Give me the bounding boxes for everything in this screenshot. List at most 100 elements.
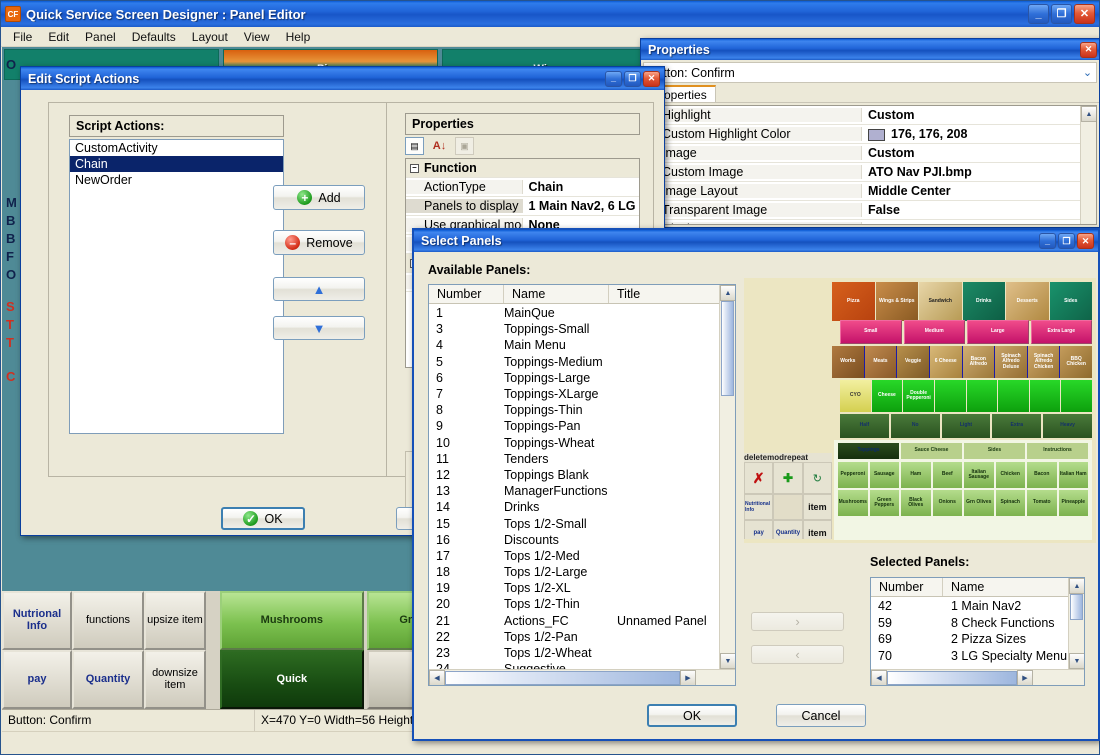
available-panels-hscrollbar[interactable]: ◀ ▶ xyxy=(429,669,735,685)
table-row[interactable]: 18Tops 1/2-Large xyxy=(429,564,719,580)
preview-button-spinach-alfredo-deluxe[interactable]: Spinach Alfredo Deluxe xyxy=(995,346,1027,378)
preview-button-cheese[interactable]: Cheese xyxy=(872,380,903,412)
table-row[interactable]: 16Discounts xyxy=(429,532,719,548)
property-row[interactable]: ActionType Chain xyxy=(406,178,639,197)
menu-item-panel[interactable]: Panel xyxy=(77,28,124,46)
scroll-down-icon[interactable]: ▼ xyxy=(720,653,736,669)
preview-button-sides[interactable]: Sides xyxy=(1050,282,1093,321)
available-panels-vscrollbar[interactable]: ▲ ▼ xyxy=(719,285,735,669)
overlay-mod-icon[interactable] xyxy=(773,494,802,520)
property-value[interactable]: 1 Main Nav2, 6 LG Top xyxy=(523,199,640,213)
property-value[interactable]: Custom xyxy=(862,146,1080,160)
property-value[interactable]: Middle Center xyxy=(862,184,1080,198)
property-value[interactable]: 176, 176, 208 xyxy=(862,127,1080,141)
overlay-nutritional-info[interactable]: Nutritional Info xyxy=(744,494,773,520)
preview-button-empty[interactable] xyxy=(1061,380,1092,412)
table-row[interactable]: 5Toppings-Medium xyxy=(429,354,719,370)
preview-tab-toppings[interactable]: Toppings xyxy=(838,443,899,459)
scroll-left-icon[interactable]: ◀ xyxy=(871,670,887,686)
preview-button-beef[interactable]: Beef xyxy=(933,462,963,488)
pos-button-mushrooms[interactable]: Mushrooms xyxy=(220,591,364,650)
minimize-icon[interactable]: _ xyxy=(1039,233,1056,249)
preview-button-chicken[interactable]: Chicken xyxy=(996,462,1026,488)
select-panels-cancel-button[interactable]: Cancel xyxy=(776,704,866,727)
property-row[interactable]: Transparent Image False xyxy=(644,201,1080,220)
preview-button-empty[interactable] xyxy=(998,380,1029,412)
add-panel-button[interactable]: › xyxy=(751,612,844,631)
pos-button-functions[interactable]: functions xyxy=(72,591,144,650)
table-row[interactable]: 1MainQue xyxy=(429,305,719,321)
alphabetical-sort-icon[interactable]: A↓ xyxy=(430,137,449,155)
preview-button-drinks[interactable]: Drinks xyxy=(963,282,1006,321)
table-row[interactable]: 692 Pizza Sizes xyxy=(871,631,1068,648)
table-row[interactable]: 3Toppings-Small xyxy=(429,321,719,337)
column-header-number[interactable]: Number xyxy=(429,285,504,303)
preview-button-sandwich[interactable]: Sandwich xyxy=(919,282,962,321)
selected-panels-hscrollbar[interactable]: ◀ ▶ xyxy=(871,669,1084,685)
table-row[interactable]: 14Drinks xyxy=(429,499,719,515)
pos-button-pay[interactable]: pay xyxy=(2,650,72,709)
remove-button[interactable]: – Remove xyxy=(273,230,365,255)
overlay-pay[interactable]: pay xyxy=(744,520,773,539)
preview-button-heavy[interactable]: Heavy xyxy=(1043,414,1092,438)
minimize-icon[interactable]: _ xyxy=(605,71,622,87)
preview-button-bacon-alfredo[interactable]: Bacon Alfredo xyxy=(963,346,995,378)
table-row[interactable]: 19Tops 1/2-XL xyxy=(429,580,719,596)
menu-item-defaults[interactable]: Defaults xyxy=(124,28,184,46)
preview-button-pepperoni[interactable]: Pepperoni xyxy=(838,462,868,488)
property-row[interactable]: Highlight Custom xyxy=(644,106,1080,125)
table-row[interactable]: 23Tops 1/2-Wheat xyxy=(429,645,719,661)
vscroll-thumb[interactable] xyxy=(721,301,734,396)
preview-button-extra[interactable]: Extra xyxy=(992,414,1041,438)
repeat-icon[interactable]: ↻ xyxy=(803,462,832,494)
property-category-function[interactable]: – Function xyxy=(406,159,639,178)
available-panels-listview[interactable]: Number Name Title 1MainQue 3Toppings-Sma… xyxy=(428,284,736,686)
table-row[interactable]: 421 Main Nav2 xyxy=(871,598,1068,615)
list-item[interactable]: NewOrder xyxy=(70,172,283,188)
preview-button-bbq-chicken[interactable]: BBQ Chicken xyxy=(1060,346,1092,378)
preview-button-small[interactable]: Small xyxy=(840,320,902,344)
list-item-selected[interactable]: Chain xyxy=(70,156,283,172)
scroll-left-icon[interactable]: ◀ xyxy=(429,670,445,686)
table-row[interactable]: 4Main Menu xyxy=(429,337,719,353)
property-row[interactable]: Image Custom xyxy=(644,144,1080,163)
remove-panel-button[interactable]: ‹ xyxy=(751,645,844,664)
property-row[interactable]: Display Text True xyxy=(644,220,1080,225)
scroll-right-icon[interactable]: ▶ xyxy=(680,670,696,686)
preview-button-grn-olives[interactable]: Grn Olives xyxy=(964,490,994,516)
menu-item-layout[interactable]: Layout xyxy=(184,28,236,46)
pos-button-quantity[interactable]: Quantity xyxy=(72,650,144,709)
column-header-number[interactable]: Number xyxy=(871,578,943,596)
table-row[interactable]: 598 Check Functions xyxy=(871,615,1068,632)
script-actions-listbox[interactable]: CustomActivity Chain NewOrder xyxy=(69,139,284,434)
ok-button[interactable]: ✓ OK xyxy=(221,507,305,530)
categorized-icon[interactable]: ▤ xyxy=(405,137,424,155)
plus-icon[interactable]: ✚ xyxy=(773,462,802,494)
preview-button-cyo[interactable]: CYO xyxy=(840,380,871,412)
property-value[interactable]: False xyxy=(862,203,1080,217)
add-button[interactable]: + Add xyxy=(273,185,365,210)
property-row[interactable]: Image Layout Middle Center xyxy=(644,182,1080,201)
table-row[interactable]: 703 LG Specialty Menu xyxy=(871,648,1068,665)
property-value[interactable]: True xyxy=(862,222,1080,225)
preview-button-light[interactable]: Light xyxy=(942,414,991,438)
scroll-down-icon[interactable]: ▼ xyxy=(1069,653,1085,669)
preview-button-italian-ham[interactable]: Italian Ham xyxy=(1059,462,1089,488)
menu-item-file[interactable]: File xyxy=(5,28,40,46)
overlay-quantity[interactable]: Quantity xyxy=(773,520,802,539)
menu-item-help[interactable]: Help xyxy=(278,28,319,46)
column-header-name[interactable]: Name xyxy=(943,578,1068,596)
properties-grid-scrollbar[interactable]: ▲ xyxy=(1080,106,1096,224)
scroll-up-icon[interactable]: ▲ xyxy=(720,285,736,301)
move-down-button[interactable]: ▼ xyxy=(273,316,365,340)
pos-button-quick[interactable]: Quick xyxy=(220,650,364,709)
table-row[interactable]: 13ManagerFunctions xyxy=(429,483,719,499)
preview-button-half[interactable]: Half xyxy=(840,414,889,438)
preview-button-works[interactable]: Works xyxy=(832,346,864,378)
preview-button-veggie[interactable]: Veggie xyxy=(897,346,929,378)
table-row[interactable]: 21Actions_FCUnnamed Panel xyxy=(429,613,719,629)
preview-button-green-peppers[interactable]: Green Peppers xyxy=(870,490,900,516)
table-row[interactable]: 15Tops 1/2-Small xyxy=(429,515,719,531)
preview-button-empty[interactable] xyxy=(967,380,998,412)
overlay-item-2[interactable]: item xyxy=(803,520,832,539)
